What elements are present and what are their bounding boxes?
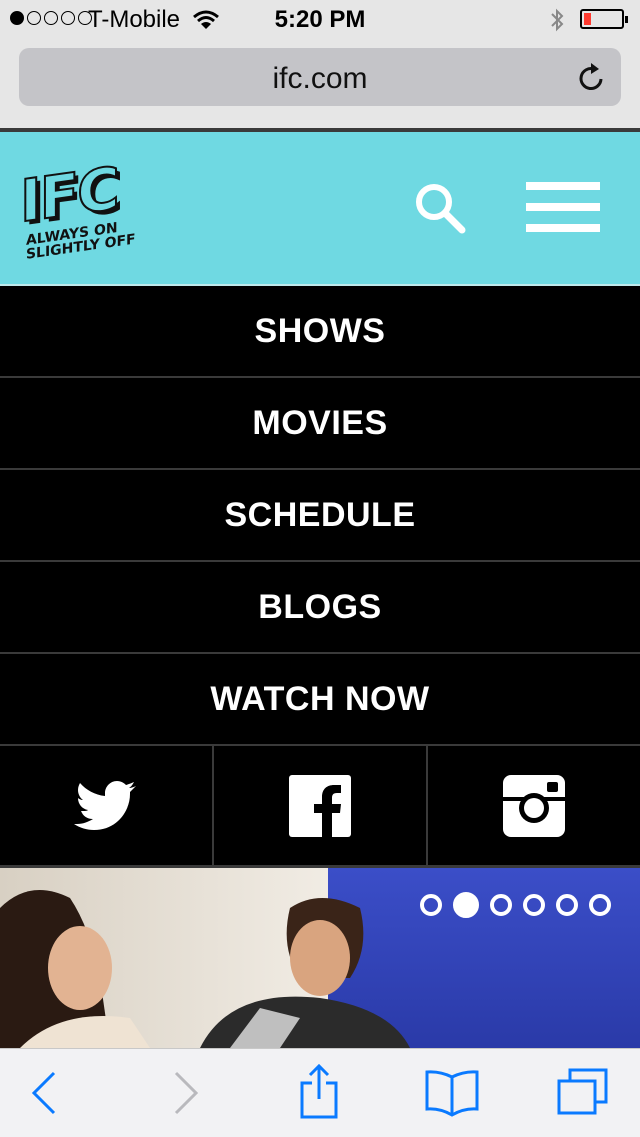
carousel-dot[interactable] — [589, 894, 611, 916]
reload-icon[interactable] — [577, 61, 607, 93]
carousel-dot[interactable] — [556, 894, 578, 916]
nav-item-shows[interactable]: SHOWS — [0, 286, 640, 378]
nav-item-label: SHOWS — [254, 311, 386, 350]
battery-icon — [580, 9, 628, 29]
carousel-dot-active[interactable] — [453, 892, 479, 918]
carousel-dot[interactable] — [523, 894, 545, 916]
nav-item-blogs[interactable]: BLOGS — [0, 562, 640, 654]
back-icon[interactable] — [30, 1071, 58, 1115]
hamburger-menu-icon[interactable] — [526, 182, 600, 232]
carousel-indicators — [420, 892, 611, 918]
status-bar: T-Mobile 5:20 PM — [0, 0, 640, 40]
social-links — [0, 746, 640, 868]
twitter-icon — [74, 780, 136, 830]
tabs-icon[interactable] — [556, 1067, 610, 1117]
instagram-icon — [503, 774, 565, 837]
bluetooth-icon — [551, 8, 564, 32]
search-icon[interactable] — [412, 180, 468, 234]
address-bar-url: ifc.com — [272, 62, 368, 95]
nav-item-label: SCHEDULE — [224, 495, 416, 534]
share-icon[interactable] — [298, 1063, 340, 1119]
status-time: 5:20 PM — [274, 6, 366, 33]
nav-item-label: MOVIES — [252, 403, 388, 442]
nav-item-label: BLOGS — [258, 587, 382, 626]
browser-address-area: ifc.com — [0, 40, 640, 128]
carousel-dot[interactable] — [490, 894, 512, 916]
facebook-link[interactable] — [214, 746, 428, 865]
nav-item-movies[interactable]: MOVIES — [0, 378, 640, 470]
browser-toolbar — [0, 1048, 640, 1137]
address-bar[interactable]: ifc.com — [19, 48, 621, 106]
main-nav: SHOWS MOVIES SCHEDULE BLOGS WATCH NOW — [0, 286, 640, 746]
ifc-logo[interactable]: IFC IFC ALWAYS ON SLIGHTLY OFF — [18, 154, 148, 262]
facebook-icon — [289, 774, 351, 837]
instagram-link[interactable] — [428, 746, 640, 865]
nav-item-schedule[interactable]: SCHEDULE — [0, 470, 640, 562]
nav-item-watch-now[interactable]: WATCH NOW — [0, 654, 640, 746]
twitter-link[interactable] — [0, 746, 214, 865]
bookmarks-icon[interactable] — [424, 1069, 480, 1117]
forward-icon[interactable] — [172, 1071, 200, 1115]
carousel-dot[interactable] — [420, 894, 442, 916]
nav-item-label: WATCH NOW — [210, 679, 430, 718]
hero-carousel[interactable] — [0, 868, 640, 1048]
